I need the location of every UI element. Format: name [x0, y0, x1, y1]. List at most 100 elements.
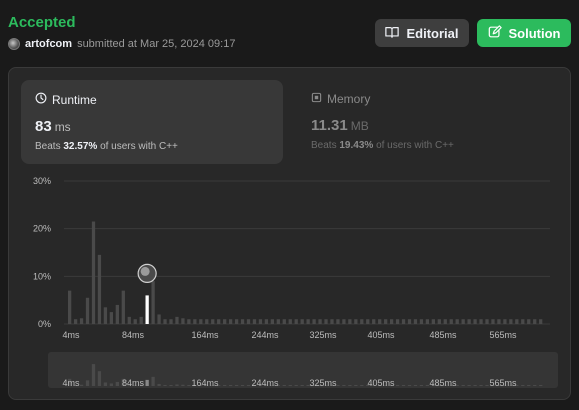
mini-bar: [294, 384, 298, 386]
histogram-bar: [169, 319, 173, 324]
x-tick-label: 405ms: [367, 330, 395, 340]
histogram-bar: [419, 319, 424, 324]
histogram-bar: [461, 319, 465, 324]
x-tick-label: 565ms: [489, 330, 517, 340]
histogram-bar: [312, 319, 316, 324]
avatar[interactable]: [8, 38, 20, 50]
mini-bar: [521, 384, 525, 386]
mini-bar: [103, 382, 108, 386]
histogram-bar: [175, 316, 179, 324]
histogram-bar: [533, 319, 537, 324]
edit-icon: [488, 24, 502, 42]
histogram-bar: [187, 319, 191, 324]
histogram-bar: [539, 319, 543, 324]
mini-bar: [97, 371, 102, 386]
histogram-bar: [276, 319, 280, 324]
histogram-bar: [425, 319, 430, 324]
histogram-bar: [79, 318, 84, 324]
mini-bar: [187, 384, 191, 386]
runtime-distribution-chart: 30%20%10%0% 4ms 84ms 164ms 244ms 325ms 405ms 4…: [33, 176, 558, 388]
histogram-bar: [443, 319, 447, 324]
histogram-bar: [437, 319, 441, 324]
y-tick-label: 20%: [33, 224, 51, 234]
histogram-bar: [205, 319, 209, 324]
histogram-bar: [246, 319, 251, 324]
histogram-bar: [199, 319, 203, 324]
mini-bar: [342, 384, 346, 386]
x-tick-label: 485ms: [429, 330, 457, 340]
histogram-bar: [330, 319, 334, 324]
mini-bar: [419, 384, 424, 386]
histogram-bar: [282, 319, 286, 324]
solution-button[interactable]: Solution: [477, 19, 571, 47]
mini-bar: [151, 376, 155, 386]
mini-bar: [181, 384, 185, 386]
mini-bar: [288, 384, 292, 386]
mini-bar: [79, 384, 84, 386]
result-panel: Runtime 83 ms Beats 32.57% of users with …: [8, 67, 571, 400]
y-tick-label: 0%: [38, 319, 51, 329]
mini-bar: [300, 384, 304, 386]
mini-bar: [360, 384, 364, 386]
histogram-bar: [354, 319, 358, 324]
mini-x-label: 325ms: [309, 378, 337, 388]
histogram-bar: [336, 319, 340, 324]
mini-x-label: 405ms: [367, 378, 395, 388]
username-link[interactable]: artofcom: [25, 38, 72, 50]
mini-bar: [115, 381, 119, 386]
x-tick-label: 164ms: [191, 330, 219, 340]
chart-gridlines: [64, 180, 550, 325]
histogram-bar: [258, 319, 263, 324]
book-icon: [385, 25, 400, 42]
chart-x-ticks: 4ms 84ms 164ms 244ms 325ms 405ms 485ms 565ms: [62, 330, 517, 340]
mini-bar: [407, 384, 412, 386]
histogram-bar: [372, 319, 376, 324]
mini-bar: [336, 384, 340, 386]
mini-bar: [169, 384, 173, 386]
mini-bar: [395, 384, 400, 386]
histogram-bar: [234, 319, 239, 324]
mini-bar: [157, 383, 161, 386]
y-tick-label: 30%: [33, 176, 51, 186]
histogram-bar: [181, 318, 185, 324]
histogram-bar: [306, 319, 310, 324]
histogram-bar: [485, 319, 489, 324]
histogram-bar: [384, 319, 388, 324]
mini-bar: [246, 384, 251, 386]
mini-bar: [175, 384, 179, 386]
histogram-bar: [240, 319, 245, 324]
mini-bar: [109, 383, 114, 386]
editorial-button[interactable]: Editorial: [375, 19, 469, 47]
mini-bar: [479, 384, 483, 386]
mini-bar: [223, 384, 227, 386]
editorial-label: Editorial: [406, 25, 459, 41]
histogram-bar: [133, 319, 137, 324]
histogram-bar: [366, 319, 370, 324]
histogram-bar: [401, 319, 406, 324]
histogram-bar: [360, 319, 364, 324]
histogram-bar: [521, 319, 525, 324]
histogram-bar: [342, 319, 346, 324]
histogram-bar: [509, 319, 513, 324]
histogram-bar: [193, 319, 197, 324]
mini-bar: [473, 384, 477, 386]
histogram-bar: [68, 290, 72, 324]
histogram-bar: [163, 319, 167, 324]
mini-bar: [234, 384, 239, 386]
histogram-bar: [97, 254, 102, 324]
chart-y-ticks: 30% 20% 10% 0%: [33, 176, 51, 329]
x-tick-label: 244ms: [251, 330, 279, 340]
histogram-bar: [407, 319, 412, 324]
histogram-bar: [318, 319, 322, 324]
mini-bar: [91, 364, 96, 386]
histogram-bar: [151, 281, 155, 324]
histogram-bar: [497, 319, 501, 324]
mini-bar: [413, 384, 418, 386]
solution-label: Solution: [508, 25, 561, 41]
histogram-bar: [157, 314, 161, 324]
mini-bar: [163, 384, 167, 386]
submission-status: Accepted: [8, 14, 76, 31]
histogram-bar: [73, 319, 78, 324]
submitted-time: submitted at Mar 25, 2024 09:17: [77, 38, 236, 50]
mini-x-label: 244ms: [251, 378, 279, 388]
